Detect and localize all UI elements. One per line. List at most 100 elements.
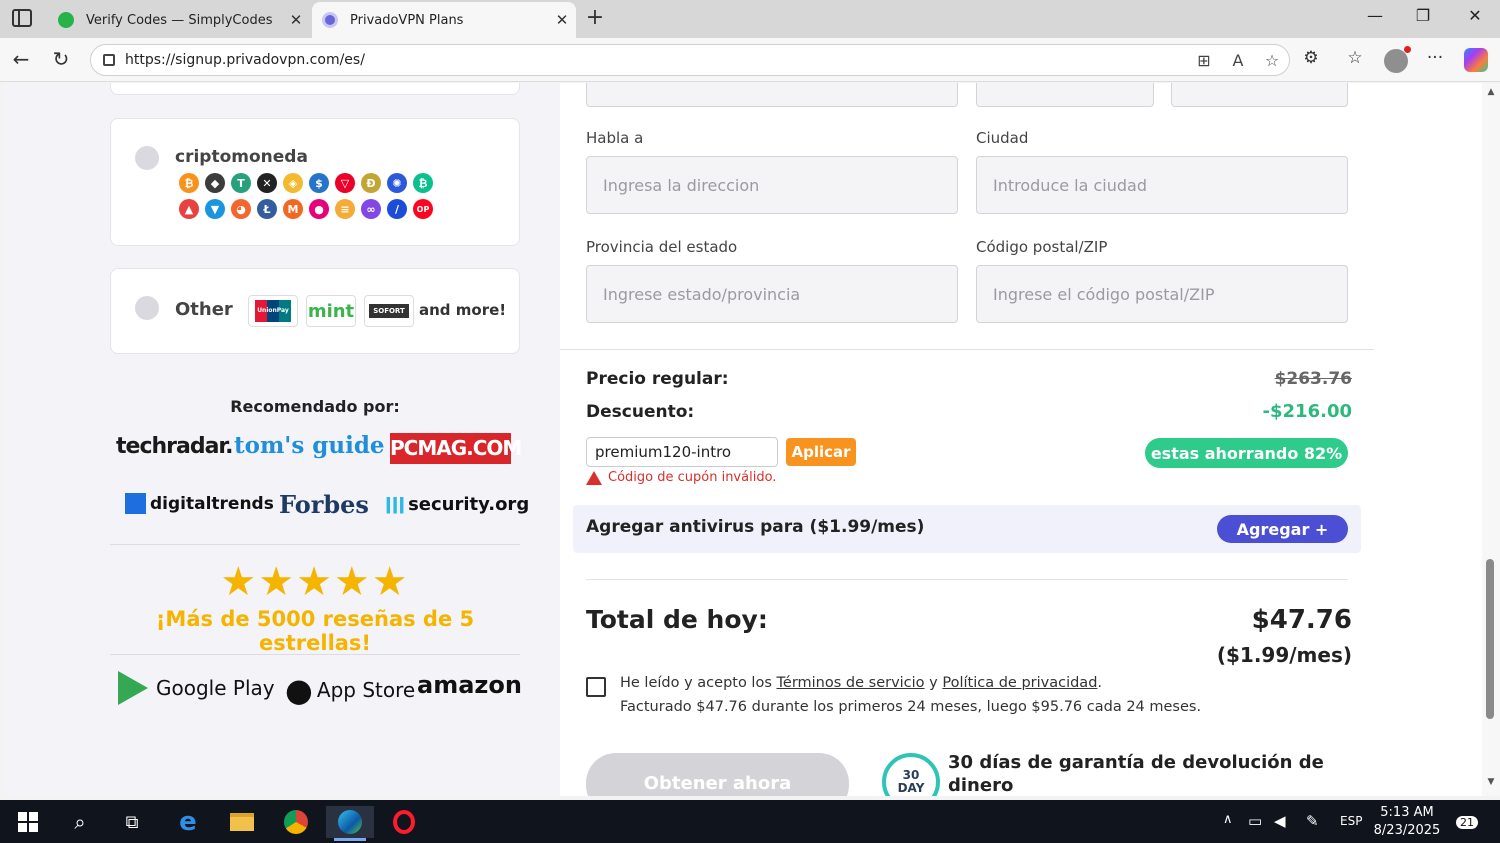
five-stars-icon: ★★★★★	[220, 559, 410, 605]
network-icon[interactable]: ▭	[1248, 812, 1262, 830]
crypto-coin-icon: ▼	[205, 199, 225, 219]
total-monthly: ($1.99/mes)	[1216, 643, 1352, 667]
crypto-coin-icon: OP	[413, 199, 433, 219]
tab-title: PrivadoVPN Plans	[350, 12, 464, 28]
terms-of-service-link[interactable]: Términos de servicio	[777, 675, 925, 691]
read-aloud-icon[interactable]: A	[1221, 51, 1255, 70]
zip-input[interactable]: Ingrese el código postal/ZIP	[976, 265, 1348, 323]
minimize-icon[interactable]: —	[1352, 6, 1398, 25]
payment-option-crypto[interactable]: criptomoneda ₿ ◆ T ✕ ◈ $ ▽ Ð ✺ ₿ ▲ ▼ ◕ Ł M ● ≡ ∞ / OP	[110, 118, 520, 246]
more-menu-icon[interactable]: ···	[1420, 48, 1450, 68]
tab-bar: Verify Codes — SimplyCodes ✕ PrivadoVPN …	[0, 0, 1500, 38]
favorites-icon[interactable]: ☆	[1340, 48, 1370, 68]
task-view-icon[interactable]: ⧉	[108, 806, 156, 838]
extensions-icon[interactable]: ⚙	[1296, 48, 1326, 68]
opera-icon[interactable]	[380, 806, 428, 838]
city-input[interactable]: Introduce la ciudad	[976, 156, 1348, 214]
simplycodes-favicon-icon	[58, 12, 74, 28]
crypto-coin-icon: ✕	[257, 173, 277, 193]
new-tab-icon[interactable]: +	[582, 5, 608, 30]
notification-count[interactable]: 21	[1456, 816, 1478, 829]
page-scrollbar[interactable]: ▲ ▼	[1482, 83, 1500, 796]
security-org-logo: ǀǀǀ security.org	[385, 494, 530, 515]
state-input[interactable]: Ingrese estado/provincia	[586, 265, 958, 323]
get-now-button[interactable]: Obtener ahora	[586, 753, 849, 796]
terms-checkbox[interactable]	[586, 677, 606, 697]
state-label: Provincia del estado	[586, 238, 738, 256]
favorite-star-icon[interactable]: ☆	[1255, 51, 1289, 70]
crypto-radio[interactable]	[135, 146, 159, 170]
tab-actions-icon[interactable]	[12, 9, 32, 27]
add-antivirus-button[interactable]: Agregar +	[1217, 515, 1348, 543]
antivirus-upsell: Agregar antivirus para ($1.99/mes) Agreg…	[573, 505, 1361, 553]
address-input[interactable]: Ingresa la direccion	[586, 156, 958, 214]
profile-avatar[interactable]	[1384, 46, 1411, 73]
techradar-logo: techradar.	[116, 434, 233, 459]
coupon-input[interactable]: premium120-intro	[586, 437, 778, 467]
page-content: criptomoneda ₿ ◆ T ✕ ◈ $ ▽ Ð ✺ ₿ ▲ ▼ ◕ Ł M ● ≡ ∞ / OP Other…	[4, 83, 1482, 796]
crypto-coin-icon: ≡	[335, 199, 355, 219]
google-play-icon	[118, 671, 148, 705]
pen-icon[interactable]: ✎	[1306, 812, 1319, 830]
restore-icon[interactable]: ❐	[1400, 6, 1446, 25]
amazon-logo: amazon	[417, 671, 522, 699]
clock[interactable]: 5:13 AM 8/23/2025	[1370, 804, 1444, 840]
payment-card-above[interactable]	[110, 83, 520, 95]
close-tab-icon[interactable]: ✕	[548, 11, 576, 29]
close-window-icon[interactable]: ✕	[1452, 6, 1498, 25]
crypto-coin-icon: ◕	[231, 199, 251, 219]
windows-taskbar: ⌕ ⧉ e ∧ ▭ ◀ ✎ ESP 5:13 AM 8/23/2025 21	[0, 800, 1500, 843]
discount-label: Descuento:	[586, 402, 695, 422]
and-more-text: and more!	[419, 301, 507, 319]
billing-note: Facturado $47.76 durante los primeros 24…	[620, 699, 1202, 715]
left-column: criptomoneda ₿ ◆ T ✕ ◈ $ ▽ Ð ✺ ₿ ▲ ▼ ◕ Ł M ● ≡ ∞ / OP Other…	[4, 83, 560, 796]
privacy-policy-link[interactable]: Política de privacidad	[942, 675, 1097, 691]
start-icon[interactable]	[4, 806, 52, 838]
copilot-icon[interactable]	[1464, 48, 1488, 72]
search-icon[interactable]: ⌕	[56, 806, 104, 838]
chrome-icon[interactable]	[272, 806, 320, 838]
mint-logo: mint	[306, 295, 356, 327]
crypto-coin-icon: $	[309, 173, 329, 193]
edge-icon[interactable]	[326, 806, 374, 841]
file-explorer-icon[interactable]	[218, 806, 266, 838]
tab-simplycodes[interactable]: Verify Codes — SimplyCodes ✕	[48, 2, 310, 38]
apply-coupon-button[interactable]: Aplicar	[786, 438, 856, 466]
volume-icon[interactable]: ◀	[1274, 812, 1286, 830]
scrollbar-thumb[interactable]	[1486, 559, 1494, 719]
reviews-text: ¡Más de 5000 reseñas de 5 estrellas!	[155, 607, 475, 655]
privadovpn-favicon-icon	[322, 12, 338, 28]
card-expiry-input[interactable]	[976, 83, 1154, 107]
refresh-icon[interactable]: ↻	[48, 47, 74, 71]
app-store-logo: ● App Store	[285, 671, 416, 709]
google-play-logo: Google Play	[118, 671, 275, 705]
card-cvc-input[interactable]	[1171, 83, 1348, 107]
crypto-coin-icon: ₿	[413, 173, 433, 193]
security-org-mark-icon: ǀǀǀ	[385, 494, 406, 515]
discount-value: -$216.00	[1262, 401, 1352, 422]
scroll-down-icon[interactable]: ▼	[1485, 777, 1497, 787]
payment-option-other[interactable]: Other UnionPay mint SOFORT and more!	[110, 268, 520, 354]
scroll-up-icon[interactable]: ▲	[1485, 87, 1497, 97]
forbes-logo: Forbes	[279, 490, 369, 519]
crypto-coin-icon: ∞	[361, 199, 381, 219]
other-radio[interactable]	[135, 296, 159, 320]
url-text: https://signup.privadovpn.com/es/	[125, 52, 365, 68]
url-field[interactable]: https://signup.privadovpn.com/es/ ⊞ A ☆	[90, 44, 1290, 76]
card-number-input[interactable]	[586, 83, 958, 107]
divider	[560, 349, 1374, 350]
unionpay-logo: UnionPay	[248, 295, 298, 327]
crypto-coin-icon: ▲	[179, 199, 199, 219]
app-available-icon[interactable]: ⊞	[1187, 51, 1221, 70]
language-indicator[interactable]: ESP	[1340, 814, 1362, 828]
show-hidden-icons-icon[interactable]: ∧	[1223, 812, 1233, 827]
checkout-column: Habla a Ingresa la direccion Ciudad Intr…	[560, 83, 1482, 796]
zip-label: Código postal/ZIP	[976, 238, 1108, 256]
tab-privadovpn[interactable]: PrivadoVPN Plans ✕	[312, 2, 576, 38]
internet-explorer-icon[interactable]: e	[164, 806, 212, 838]
pcmag-logo: PCMAG.COM	[390, 433, 522, 464]
total-value: $47.76	[1251, 605, 1352, 635]
back-icon[interactable]: ←	[8, 47, 34, 71]
city-label: Ciudad	[976, 129, 1029, 147]
close-tab-icon[interactable]: ✕	[282, 11, 310, 29]
